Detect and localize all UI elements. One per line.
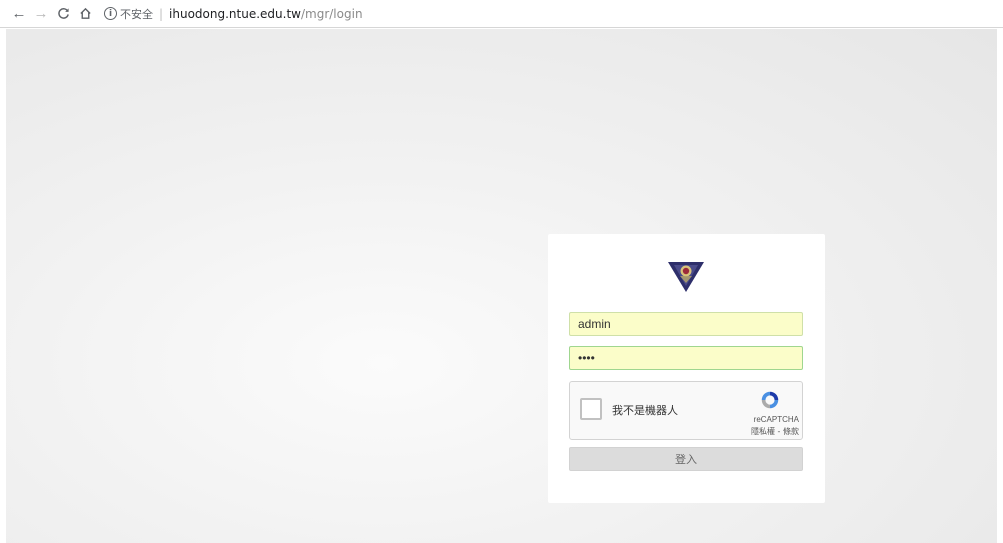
- browser-toolbar: ← → i 不安全 | ihuodong.ntue.edu.tw/mgr/log…: [0, 0, 1003, 28]
- address-separator: |: [159, 6, 164, 21]
- reload-icon[interactable]: [52, 3, 74, 25]
- address-bar[interactable]: i 不安全 | ihuodong.ntue.edu.tw/mgr/login: [104, 3, 363, 25]
- password-input[interactable]: [569, 346, 803, 370]
- page-background: [6, 29, 997, 543]
- home-icon[interactable]: [74, 3, 96, 25]
- login-card: 我不是機器人 reCAPTCHA 隱私權 - 條款 登入: [548, 234, 825, 503]
- captcha-brand: reCAPTCHA: [753, 415, 799, 424]
- captcha-checkbox[interactable]: [580, 398, 602, 420]
- back-arrow-icon[interactable]: ←: [8, 3, 30, 25]
- login-button[interactable]: 登入: [569, 447, 803, 471]
- security-label: 不安全: [120, 7, 153, 21]
- captcha-privacy-terms[interactable]: 隱私權 - 條款: [751, 426, 799, 437]
- forward-arrow-icon[interactable]: →: [30, 3, 52, 25]
- url-path: /mgr/login: [300, 6, 363, 21]
- recaptcha-logo-icon: [761, 391, 779, 409]
- url-host: ihuodong.ntue.edu.tw: [169, 6, 301, 21]
- captcha-label: 我不是機器人: [612, 404, 678, 417]
- username-input[interactable]: [569, 312, 803, 336]
- school-logo-icon: [668, 262, 704, 292]
- info-icon[interactable]: i: [104, 7, 117, 20]
- recaptcha-widget: 我不是機器人 reCAPTCHA 隱私權 - 條款: [569, 381, 803, 440]
